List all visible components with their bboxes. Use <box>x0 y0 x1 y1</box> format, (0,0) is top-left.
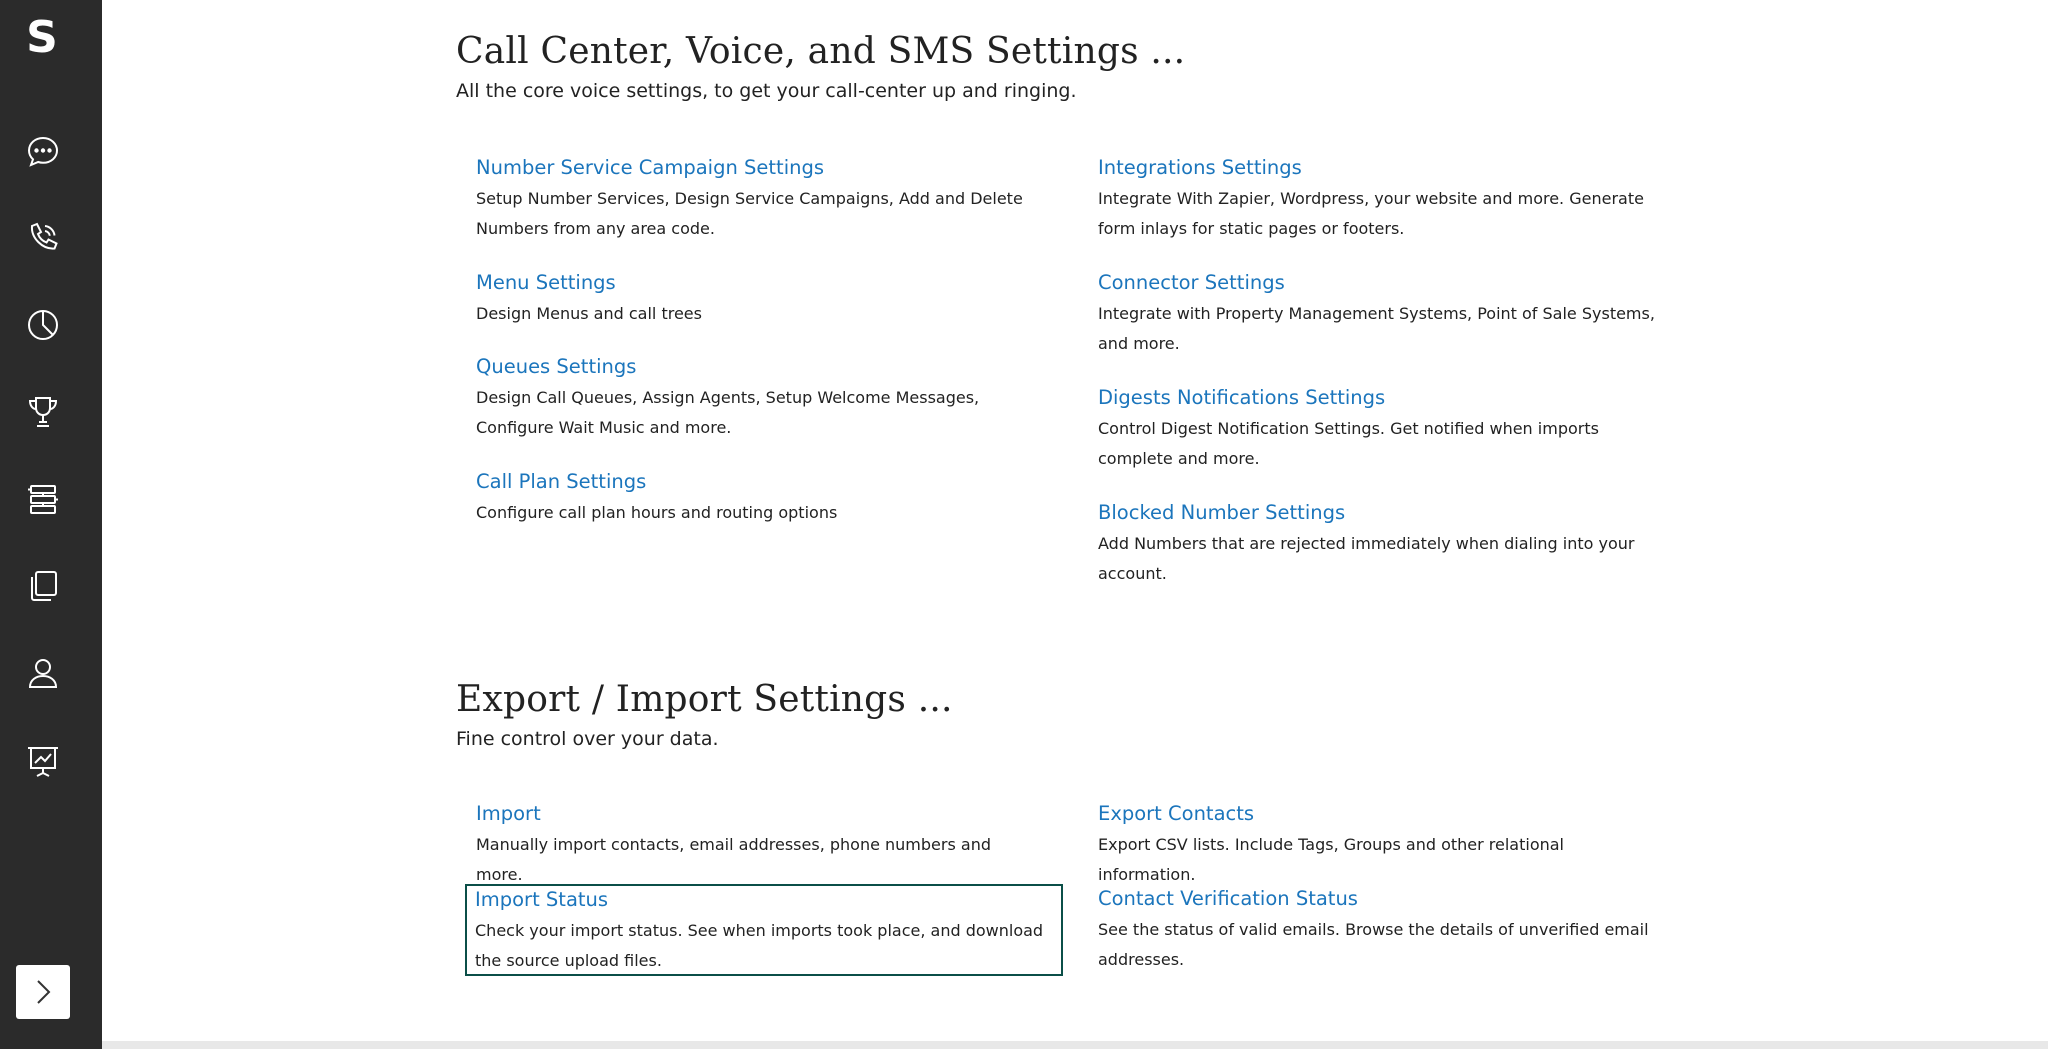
settings-item-contact-verification-status: Contact Verification Status See the stat… <box>1088 885 1673 975</box>
copy-pages-icon[interactable] <box>23 566 63 606</box>
settings-item-queues: Queues Settings Design Call Queues, Assi… <box>466 353 1051 443</box>
settings-item-import-status[interactable]: Import Status Check your import status. … <box>465 884 1063 976</box>
section-title: Export / Import Settings ... <box>456 679 953 720</box>
section-subtitle: All the core voice settings, to get your… <box>456 80 1077 102</box>
expand-sidebar-button[interactable] <box>16 965 70 1019</box>
flow-chart-icon[interactable] <box>23 479 63 519</box>
number-service-campaign-settings-link[interactable]: Number Service Campaign Settings <box>476 154 1041 182</box>
trophy-icon[interactable] <box>23 392 63 432</box>
export-contacts-link[interactable]: Export Contacts <box>1098 800 1663 828</box>
contact-verification-status-link[interactable]: Contact Verification Status <box>1098 885 1663 913</box>
queues-settings-link[interactable]: Queues Settings <box>476 353 1041 381</box>
blocked-number-settings-link[interactable]: Blocked Number Settings <box>1098 499 1663 527</box>
settings-item-blocked-number: Blocked Number Settings Add Numbers that… <box>1088 499 1673 589</box>
logo[interactable]: S <box>0 12 84 63</box>
sidebar: S <box>0 0 102 1049</box>
item-description: Manually import contacts, email addresse… <box>476 835 991 884</box>
item-description: Design Call Queues, Assign Agents, Setup… <box>476 388 980 437</box>
presentation-chart-icon[interactable] <box>23 741 63 781</box>
item-description: Check your import status. See when impor… <box>475 921 1044 970</box>
item-description: See the status of valid emails. Browse t… <box>1098 920 1649 969</box>
item-description: Configure call plan hours and routing op… <box>476 503 838 522</box>
settings-item-digests-notifications: Digests Notifications Settings Control D… <box>1088 384 1673 474</box>
call-center-settings-section: Call Center, Voice, and SMS Settings ...… <box>456 28 1796 104</box>
item-description: Add Numbers that are rejected immediatel… <box>1098 534 1635 583</box>
import-link[interactable]: Import <box>476 800 1041 828</box>
pie-chart-icon[interactable] <box>23 305 63 345</box>
settings-item-export-contacts: Export Contacts Export CSV lists. Includ… <box>1088 800 1673 890</box>
integrations-settings-link[interactable]: Integrations Settings <box>1098 154 1663 182</box>
item-description: Export CSV lists. Include Tags, Groups a… <box>1098 835 1564 884</box>
import-status-link[interactable]: Import Status <box>475 886 1053 914</box>
digests-notifications-settings-link[interactable]: Digests Notifications Settings <box>1098 384 1663 412</box>
settings-item-call-plan: Call Plan Settings Configure call plan h… <box>466 468 1051 528</box>
settings-item-number-service-campaign: Number Service Campaign Settings Setup N… <box>466 154 1051 244</box>
settings-item-connector: Connector Settings Integrate with Proper… <box>1088 269 1673 359</box>
section-subtitle: Fine control over your data. <box>456 728 719 750</box>
chat-bubble-icon[interactable] <box>23 132 63 172</box>
section-title: Call Center, Voice, and SMS Settings ... <box>456 31 1186 72</box>
item-description: Setup Number Services, Design Service Ca… <box>476 189 1023 238</box>
item-description: Design Menus and call trees <box>476 304 702 323</box>
user-icon[interactable] <box>23 653 63 693</box>
item-description: Integrate With Zapier, Wordpress, your w… <box>1098 189 1644 238</box>
export-import-settings-section: Export / Import Settings ... Fine contro… <box>456 676 1796 752</box>
settings-item-import: Import Manually import contacts, email a… <box>466 800 1051 890</box>
settings-item-menu: Menu Settings Design Menus and call tree… <box>466 269 1051 329</box>
item-description: Control Digest Notification Settings. Ge… <box>1098 419 1599 468</box>
call-plan-settings-link[interactable]: Call Plan Settings <box>476 468 1041 496</box>
menu-settings-link[interactable]: Menu Settings <box>476 269 1041 297</box>
settings-item-integrations: Integrations Settings Integrate With Zap… <box>1088 154 1673 244</box>
main-content: Call Center, Voice, and SMS Settings ...… <box>102 0 2048 1049</box>
item-description: Integrate with Property Management Syste… <box>1098 304 1655 353</box>
connector-settings-link[interactable]: Connector Settings <box>1098 269 1663 297</box>
phone-icon[interactable] <box>23 218 63 258</box>
horizontal-scrollbar[interactable] <box>102 1041 2048 1049</box>
chevron-right-icon <box>37 980 51 1004</box>
